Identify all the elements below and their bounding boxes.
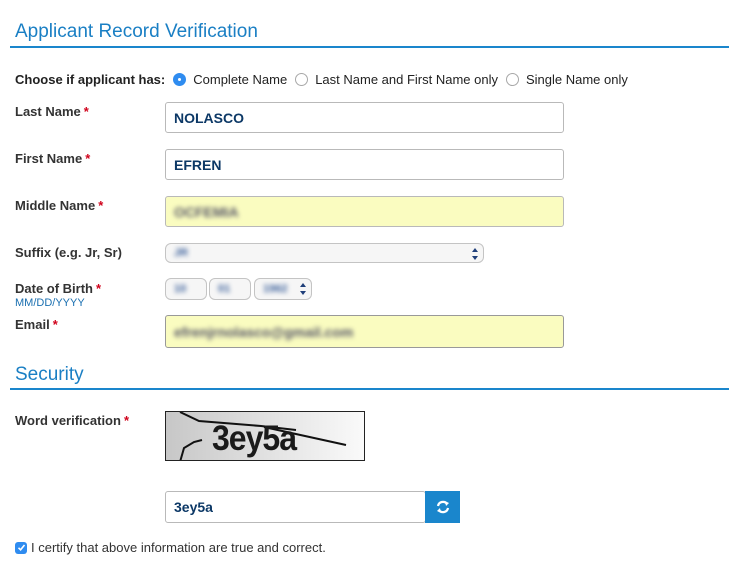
required-marker: * [83,104,89,119]
radio-label-last-first-only[interactable]: Last Name and First Name only [315,72,498,87]
first-name-label: First Name * [15,151,90,166]
dob-format-hint: MM/DD/YYYY [15,297,85,309]
middle-name-input[interactable]: OCFEMIA [165,196,564,227]
required-marker: * [52,317,58,332]
certify-row: I certify that above information are tru… [15,540,326,555]
last-name-label: Last Name * [15,104,89,119]
radio-single-name[interactable] [505,73,519,86]
last-name-input[interactable]: NOLASCO [165,102,564,133]
first-name-label-text: First Name [15,151,83,166]
select-arrows-icon [300,283,306,295]
middle-name-label-text: Middle Name [15,198,96,213]
radio-label-complete-name[interactable]: Complete Name [193,72,287,87]
section-title-applicant: Applicant Record Verification [15,21,258,42]
radio-complete-name[interactable] [173,73,187,86]
refresh-icon [436,500,449,514]
dob-label-text: Date of Birth [15,281,93,296]
select-arrows-icon [472,248,478,260]
captcha-answer-input[interactable]: 3ey5a [165,491,426,523]
last-name-value: NOLASCO [174,109,244,126]
word-verification-label: Word verification * [15,413,129,428]
refresh-captcha-button[interactable] [425,491,460,523]
email-value: efrenjrnolasco@gmail.com [174,323,354,340]
captcha-answer-value: 3ey5a [174,499,213,515]
first-name-value: EFREN [174,156,222,173]
certify-checkbox[interactable] [15,541,27,554]
radio-label-single-name[interactable]: Single Name only [526,72,628,87]
middle-name-value: OCFEMIA [174,203,239,220]
email-label: Email * [15,317,58,332]
required-marker: * [96,281,102,296]
dob-year-value: 1962 [263,283,288,295]
email-input[interactable]: efrenjrnolasco@gmail.com [165,315,564,348]
suffix-value: JR [174,247,189,259]
captcha-image: 3ey5a [165,411,365,461]
dob-day-select[interactable]: 01 [209,278,251,300]
dob-year-select[interactable]: 1962 [254,278,312,300]
section-divider [10,46,729,48]
dob-day-value: 01 [218,283,231,295]
first-name-input[interactable]: EFREN [165,149,564,180]
email-label-text: Email [15,317,50,332]
captcha-text: 3ey5a [212,418,297,458]
radio-last-first-only[interactable] [295,73,309,86]
section-divider [10,388,729,390]
dob-label: Date of Birth * [15,281,101,296]
required-marker: * [98,198,104,213]
required-marker: * [85,151,91,166]
suffix-select[interactable]: JR [165,243,484,263]
name-type-group: Choose if applicant has: Complete Name L… [15,72,628,87]
checkmark-icon [17,544,25,551]
suffix-label: Suffix (e.g. Jr, Sr) [15,245,122,260]
last-name-label-text: Last Name [15,104,81,119]
required-marker: * [123,413,130,428]
middle-name-label: Middle Name * [15,198,103,213]
section-title-security: Security [15,364,84,385]
name-type-label: Choose if applicant has: [15,72,166,87]
word-verification-label-text: Word verification [15,413,121,428]
dob-month-value: 10 [174,283,187,295]
certify-label[interactable]: I certify that above information are tru… [31,540,326,555]
dob-month-select[interactable]: 10 [165,278,207,300]
